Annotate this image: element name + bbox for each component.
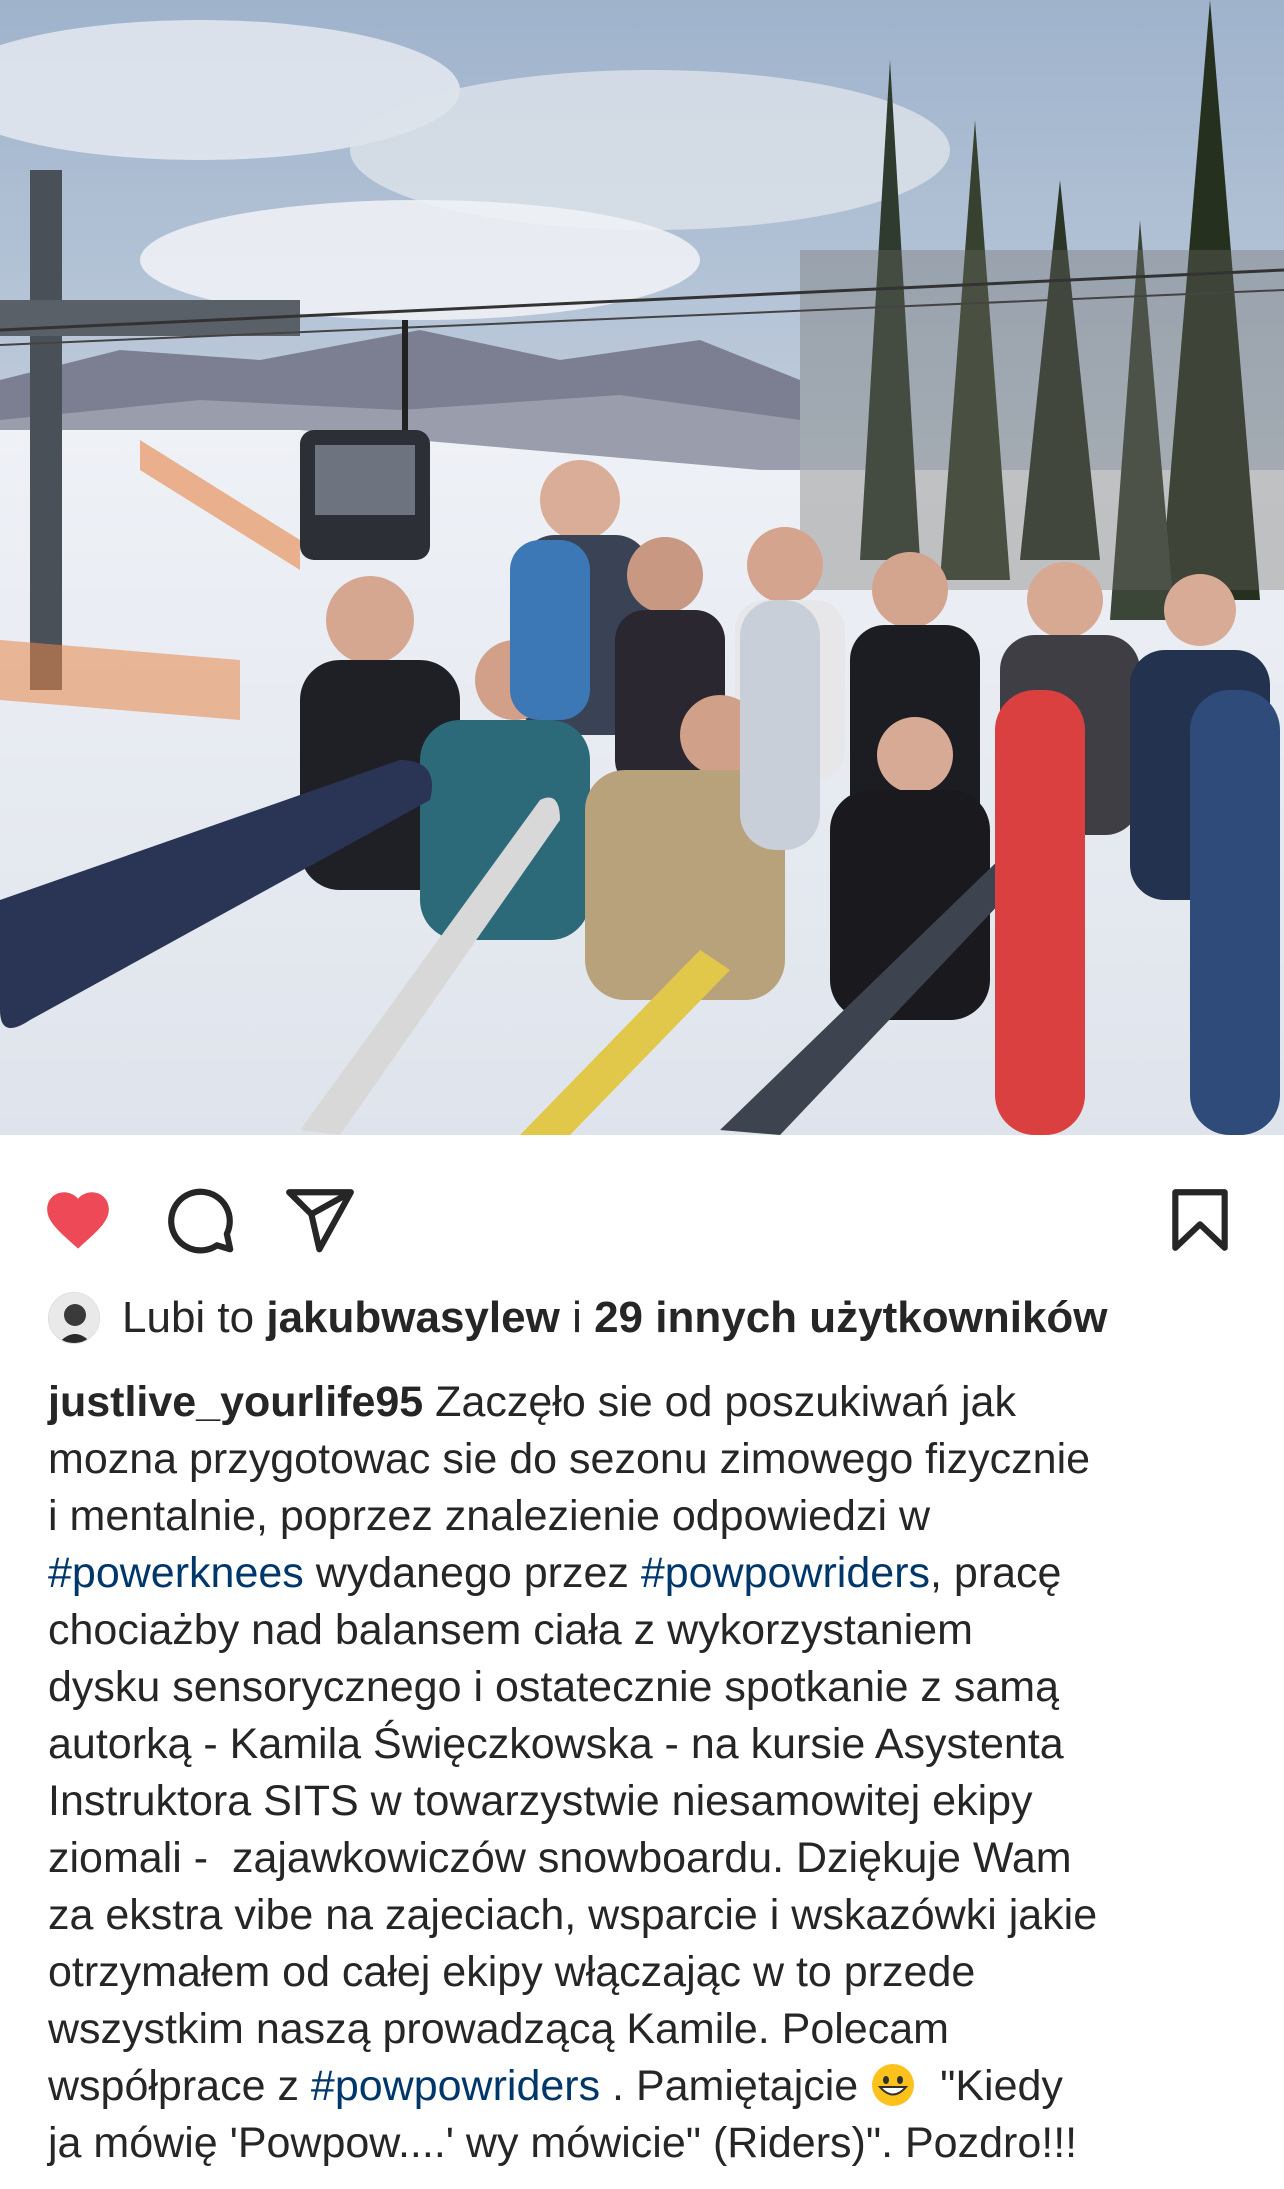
comment-bubble-icon[interactable] — [160, 1180, 240, 1260]
caption-text: współprace z — [48, 2062, 311, 2110]
heart-filled-icon[interactable] — [38, 1180, 118, 1260]
caption-line: dysku sensorycznego i ostatecznie spotka… — [48, 1663, 1060, 1711]
caption-text: , pracę — [930, 1549, 1062, 1597]
snowboard-group-photo — [0, 0, 1284, 1135]
caption-line: ziomali - zajawkowiczów snowboardu. Dzię… — [48, 1834, 1072, 1882]
liker-username[interactable]: jakubwasylew — [266, 1293, 559, 1343]
likes-connector: i — [572, 1293, 582, 1342]
caption-line: współprace z #powpowriders . Pamiętajcie… — [48, 2058, 1258, 2115]
caption-text: Zaczęło sie od poszukiwań jak — [423, 1378, 1016, 1426]
caption-line: i mentalnie, poprzez znalezienie odpowie… — [48, 1492, 931, 1540]
caption-line: Instruktora SITS w towarzystwie niesamow… — [48, 1777, 1033, 1825]
bookmark-icon[interactable] — [1160, 1180, 1240, 1260]
caption-line: autorką - Kamila Święczkowska - na kursi… — [48, 1720, 1064, 1768]
paper-plane-icon[interactable] — [280, 1180, 360, 1260]
likes-summary[interactable]: Lubi to jakubwasylew i 29 innych użytkow… — [48, 1288, 1108, 1348]
caption-line: mozna przygotowac sie do sezonu zimowego… — [48, 1435, 1091, 1483]
caption-line: chociażby nad balansem ciała z wykorzyst… — [48, 1606, 973, 1654]
post-caption: justlive_yourlife95 Zaczęło sie od poszu… — [48, 1374, 1258, 2172]
caption-line: wszystkim naszą prowadzącą Kamile. Polec… — [48, 2005, 949, 2053]
caption-text: "Kiedy — [916, 2062, 1063, 2110]
caption-line: za ekstra vibe na zajeciach, wsparcie i … — [48, 1891, 1098, 1939]
caption-line: ja mówię 'Powpow....' wy mówicie" (Rider… — [48, 2119, 1078, 2167]
caption-text: . Pamiętajcie — [600, 2062, 871, 2110]
post-photo[interactable] — [0, 0, 1284, 1135]
likes-others-count[interactable]: 29 innych użytkowników — [594, 1293, 1107, 1343]
liker-avatar[interactable] — [48, 1292, 100, 1344]
hashtag-link[interactable]: #powpowriders — [311, 2062, 600, 2110]
caption-text: wydanego przez — [303, 1549, 641, 1597]
caption-line: otrzymałem od całej ekipy włączając w to… — [48, 1948, 976, 1996]
caption-username[interactable]: justlive_yourlife95 — [48, 1378, 423, 1426]
post-action-bar — [0, 1135, 1284, 1285]
caption-line: #powerknees wydanego przez #powpowriders… — [48, 1545, 1258, 1602]
hashtag-link[interactable]: #powerknees — [48, 1549, 304, 1597]
hashtag-link[interactable]: #powpowriders — [641, 1549, 930, 1597]
grinning-face-emoji-icon — [870, 2062, 916, 2108]
likes-prefix: Lubi to — [122, 1293, 255, 1342]
caption-line: justlive_yourlife95 Zaczęło sie od poszu… — [48, 1374, 1258, 1431]
